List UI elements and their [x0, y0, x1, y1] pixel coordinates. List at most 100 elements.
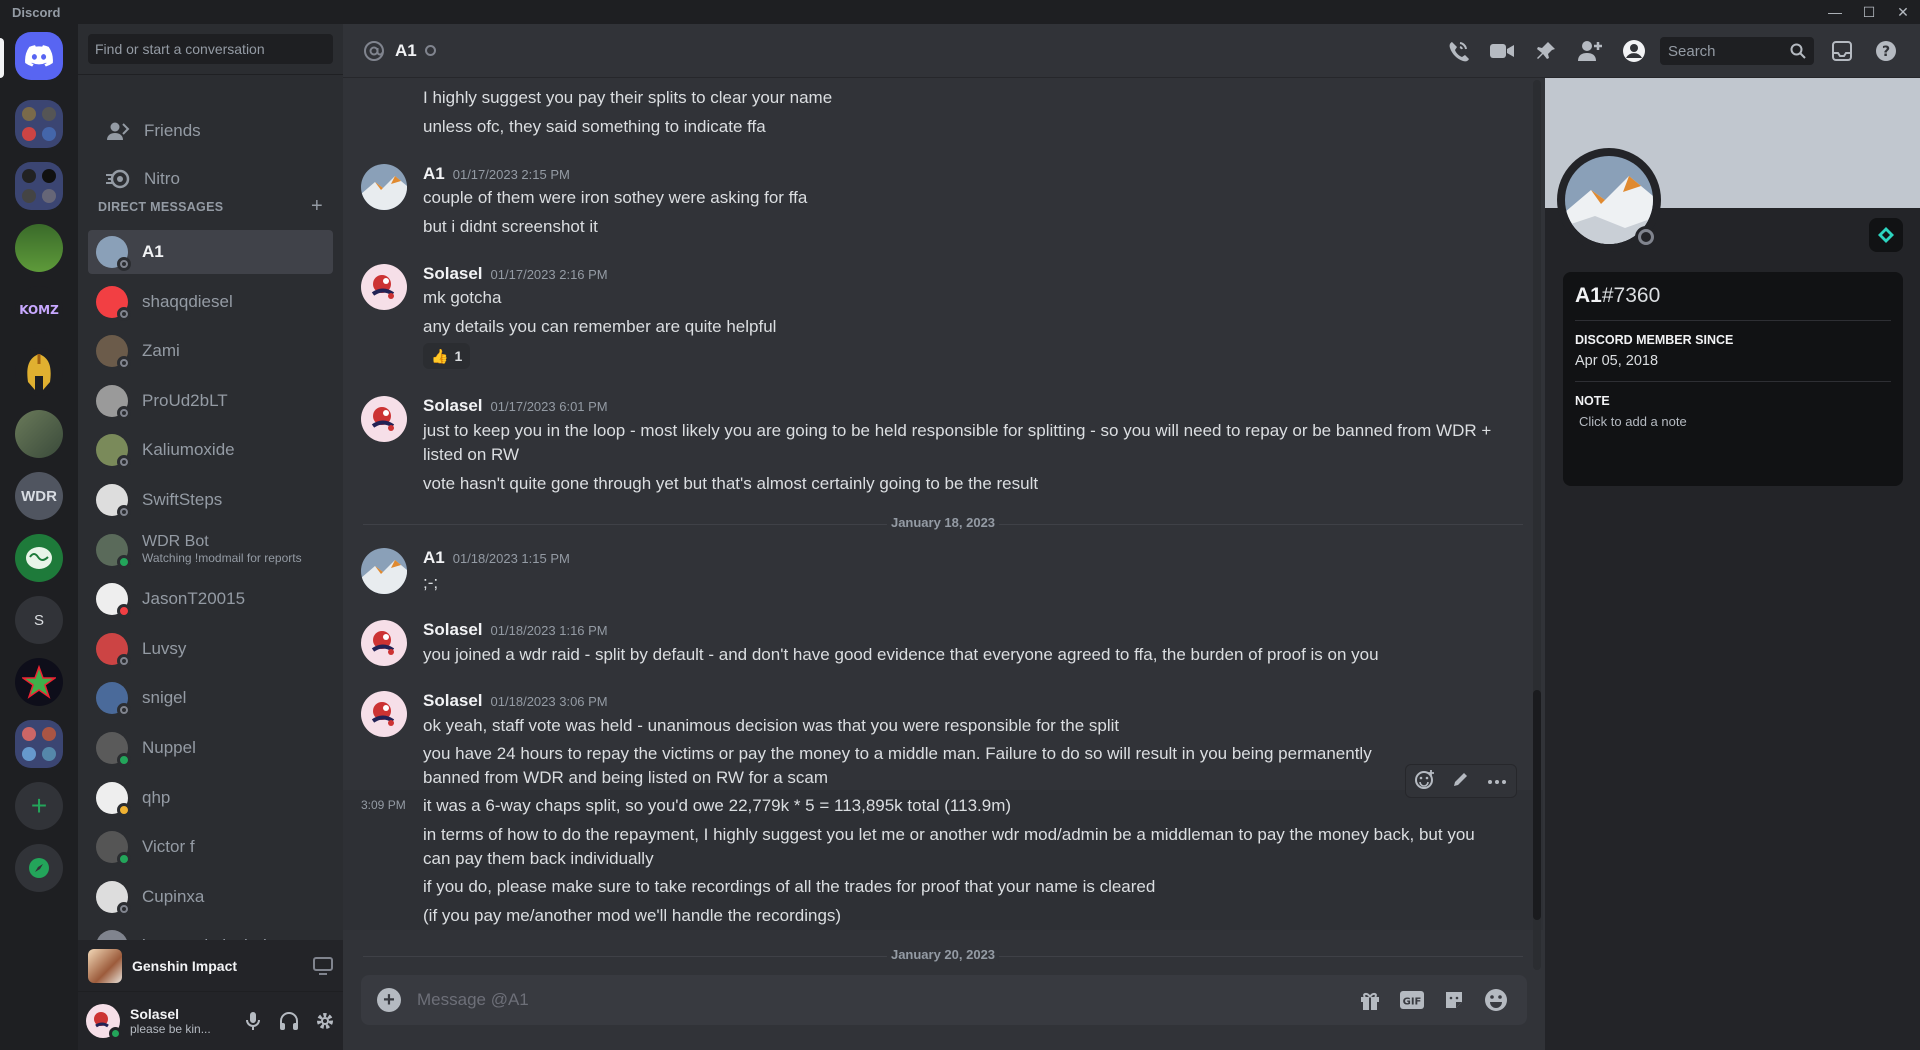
close-window-button[interactable]: ✕ — [1886, 0, 1920, 24]
voice-call-button[interactable] — [1436, 36, 1480, 66]
edit-button[interactable] — [1452, 770, 1470, 793]
stream-button[interactable] — [303, 956, 343, 975]
explore-servers-button[interactable] — [15, 844, 63, 892]
add-user-icon — [1578, 41, 1602, 61]
reaction-thumbs-up[interactable]: 👍 1 — [423, 343, 471, 369]
microphone-icon — [246, 1012, 260, 1030]
message-input[interactable]: Message @A1 — [417, 990, 1349, 1010]
hover-timestamp: 3:09 PM — [361, 798, 406, 812]
minimize-button[interactable]: — — [1818, 0, 1852, 24]
avatar-solasel[interactable] — [361, 620, 407, 666]
svg-text:GIF: GIF — [1403, 997, 1422, 1008]
help-button[interactable]: ? — [1864, 36, 1908, 66]
dm-item[interactable]: qhp — [88, 776, 333, 820]
profile-username[interactable]: A1#7360 — [1575, 284, 1891, 308]
server-s[interactable]: S — [15, 596, 63, 644]
sticker-button[interactable] — [1433, 984, 1475, 1016]
gift-button[interactable] — [1349, 984, 1391, 1016]
dm-item[interactable]: snigel — [88, 676, 333, 720]
divider — [1575, 381, 1891, 382]
server-icon[interactable] — [15, 224, 63, 272]
server-komz[interactable]: KOMZ — [15, 286, 63, 334]
avatar-solasel[interactable] — [361, 264, 407, 310]
dm-item[interactable]: Kaliumoxide — [88, 428, 333, 472]
deafen-button[interactable] — [271, 1005, 307, 1037]
nav-friends[interactable]: Friends — [88, 110, 333, 152]
dm-item[interactable]: Nuppel — [88, 726, 333, 770]
nav-label: Friends — [144, 121, 201, 140]
dm-item[interactable]: Zami — [88, 329, 333, 373]
dm-item[interactable]: SwiftSteps — [88, 478, 333, 522]
status-offline-icon — [117, 306, 131, 321]
server-wdr[interactable]: WDR — [15, 472, 63, 520]
avatar-a1[interactable] — [361, 548, 407, 594]
settings-button[interactable] — [307, 1005, 343, 1037]
profile-avatar[interactable] — [1557, 148, 1661, 252]
dm-item[interactable]: WDR Bot Watching !modmail for reports — [88, 528, 333, 572]
nav-nitro[interactable]: Nitro — [88, 158, 333, 200]
dm-avatar — [96, 335, 131, 371]
create-dm-button[interactable]: + — [311, 196, 323, 216]
dm-item[interactable]: Victor f — [88, 825, 333, 869]
server-star[interactable] — [15, 658, 63, 706]
dm-item[interactable]: JasonT20015 — [88, 577, 333, 621]
add-server-button[interactable]: + — [15, 782, 63, 830]
dm-item[interactable]: Cupinxa — [88, 875, 333, 919]
dm-name: Cupinxa — [142, 886, 205, 906]
channel-name[interactable]: A1 — [395, 41, 417, 61]
server-folder-1[interactable] — [15, 100, 63, 148]
search-input[interactable]: Search — [1660, 37, 1814, 65]
more-button[interactable] — [1487, 772, 1507, 790]
status-online-icon — [117, 852, 131, 867]
message-line: it was a 6-way chaps split, so you'd owe… — [423, 796, 1012, 815]
server-icon[interactable] — [15, 410, 63, 458]
message-fragment — [423, 78, 1523, 84]
server-folder-3[interactable] — [15, 720, 63, 768]
message-author[interactable]: A1 01/18/2023 1:15 PM — [423, 548, 570, 568]
avatar-a1[interactable] — [361, 164, 407, 210]
window-title: Discord — [12, 4, 61, 20]
home-button[interactable] — [15, 32, 63, 80]
maximize-button[interactable]: ☐ — [1852, 0, 1886, 24]
user-profile-toggle[interactable] — [1612, 36, 1656, 66]
dm-name: Kaliumoxide — [142, 440, 235, 460]
dm-avatar — [96, 732, 131, 767]
find-conversation-input[interactable]: Find or start a conversation — [88, 34, 333, 64]
message-composer: + Message @A1 GIF — [361, 975, 1527, 1025]
message-author[interactable]: Solasel 01/18/2023 1:16 PM — [423, 620, 608, 640]
divider — [78, 74, 343, 75]
mute-button[interactable] — [235, 1005, 271, 1037]
avatar-solasel[interactable] — [361, 691, 407, 737]
note-input[interactable]: Click to add a note — [1579, 414, 1891, 429]
message-author[interactable]: A1 01/17/2023 2:15 PM — [423, 164, 570, 184]
message-author[interactable]: Solasel 01/18/2023 3:06 PM — [423, 691, 608, 711]
dm-item[interactable]: shaqqdiesel — [88, 280, 333, 324]
scrollbar-thumb[interactable] — [1533, 690, 1541, 920]
video-call-button[interactable] — [1480, 36, 1524, 66]
message-author[interactable]: Solasel 01/17/2023 6:01 PM — [423, 396, 608, 416]
chat-scrollbar[interactable] — [1533, 80, 1541, 970]
inbox-button[interactable] — [1820, 36, 1864, 66]
dm-item[interactable]: Luvsy — [88, 627, 333, 671]
server-helmet[interactable] — [15, 348, 63, 396]
pinned-messages-button[interactable] — [1524, 36, 1568, 66]
message-line: unless ofc, they said something to indic… — [423, 117, 766, 136]
gif-button[interactable]: GIF — [1391, 984, 1433, 1016]
add-reaction-button[interactable] — [1414, 769, 1435, 794]
message-line: (if you pay me/another mod we'll handle … — [423, 906, 842, 925]
emoji-button[interactable] — [1475, 984, 1517, 1016]
headphones-icon — [280, 1012, 298, 1030]
dm-item[interactable]: ProUd2bLT — [88, 379, 333, 423]
upload-button[interactable]: + — [377, 988, 401, 1012]
server-brain[interactable] — [15, 534, 63, 582]
dm-sidebar: Find or start a conversation Friends Nit… — [78, 24, 343, 1050]
user-info[interactable]: Solasel please be kin... — [130, 1006, 211, 1036]
avatar-solasel[interactable] — [361, 396, 407, 442]
nitro-badge[interactable] — [1869, 218, 1903, 252]
message-author[interactable]: Solasel 01/17/2023 2:16 PM — [423, 264, 608, 284]
dm-avatar — [96, 781, 131, 817]
user-avatar[interactable] — [86, 1004, 122, 1040]
add-friends-to-dm-button[interactable] — [1568, 36, 1612, 66]
dm-item[interactable]: A1 — [88, 230, 333, 274]
server-folder-2[interactable] — [15, 162, 63, 210]
